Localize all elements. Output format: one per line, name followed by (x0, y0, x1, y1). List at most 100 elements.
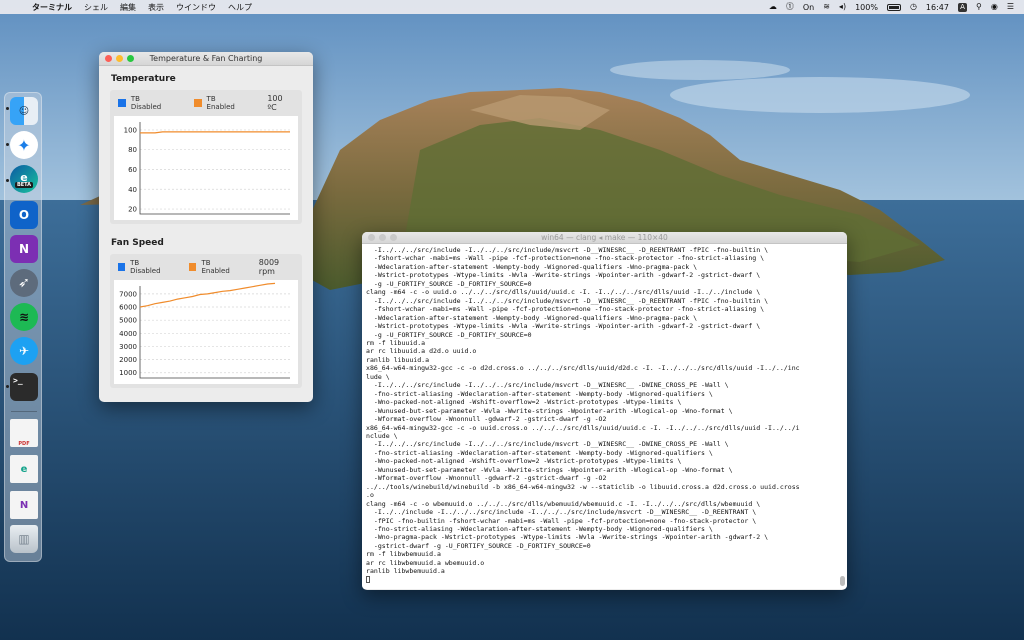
zoom-button[interactable] (390, 234, 397, 241)
battery-icon[interactable] (886, 3, 901, 11)
menu-app-name[interactable]: ターミナル (32, 2, 72, 13)
y-tick-label: 40 (128, 186, 137, 194)
chart-window: Temperature & Fan Charting Temperature T… (99, 52, 313, 402)
series-line-tb-enabled (140, 131, 290, 134)
twitter-icon[interactable]: ✈ (10, 337, 38, 365)
legend-swatch (189, 263, 197, 271)
trash-icon[interactable]: ▥ (10, 525, 38, 553)
terminal-content[interactable]: -I../../../src/include -I../../../src/in… (362, 244, 847, 589)
scrollbar-thumb[interactable] (840, 576, 845, 586)
temperature-current-value: 100 ºC (267, 94, 283, 112)
y-tick-label: 1000 (119, 369, 137, 377)
y-tick-label: 100 (124, 126, 137, 134)
fan-speed-plot: 1000 2000 3000 4000 5000 6000 7000 (114, 280, 298, 384)
notification-center-icon[interactable]: ☰ (1007, 2, 1014, 12)
pdf-document-icon[interactable]: PDF (10, 419, 38, 447)
menu-window[interactable]: ウインドウ (176, 2, 216, 13)
close-button[interactable] (368, 234, 375, 241)
spotify-icon[interactable]: ≋ (10, 303, 38, 331)
input-source-icon[interactable]: A (957, 2, 967, 12)
legend-label: TB Disabled (130, 95, 162, 111)
legend-tb-disabled: TB Disabled (118, 259, 167, 275)
terminal-line: -fshort-wchar -mabi=ms -Wall -pipe -fcf-… (366, 254, 765, 263)
terminal-line: clang -m64 -c -o wbemuuid.o ../../../src… (366, 499, 761, 508)
fan-speed-panel: TB Disabled TB Enabled 8009 rpm 1000 2000… (110, 254, 302, 388)
menu-clock[interactable]: 16:47 (926, 3, 949, 12)
terminal-line: x86_64-w64-mingw32-gcc -c -o uuid.cross.… (366, 423, 800, 432)
terminal-title: win64 — clang ◂ make — 110×40 (541, 233, 668, 242)
siri-icon[interactable]: ◉ (991, 2, 998, 12)
beta-badge: BETA (14, 181, 34, 188)
zoom-button[interactable] (127, 55, 134, 62)
temperature-plot: 20 40 60 80 100 (114, 116, 298, 220)
wifi-icon[interactable]: ≋ (823, 2, 830, 12)
fan-speed-legend: TB Disabled TB Enabled 8009 rpm (114, 258, 298, 276)
fan-control-status[interactable]: On (803, 3, 814, 12)
y-tick-label: 6000 (119, 304, 137, 312)
terminal-scrollbar[interactable] (840, 248, 845, 586)
terminal-glyph: >_ (13, 376, 23, 385)
terminal-line: ar rc libwbemuuid.a wbemuuid.o (366, 558, 485, 567)
terminal-line: clang -m64 -c -o uuid.o ../../../src/dll… (366, 288, 761, 297)
finder-icon[interactable]: ☺ (10, 97, 38, 125)
terminal-line: ../../tools/winebuild/winebuild -b x86_6… (366, 482, 800, 491)
menu-view[interactable]: 表示 (148, 2, 164, 13)
temperature-panel: TB Disabled TB Enabled 100 ºC 20 40 60 80 10… (110, 90, 302, 224)
cloud-icon[interactable]: ☁ (769, 2, 777, 12)
terminal-line: ranlib libwbemuuid.a (366, 567, 445, 576)
y-tick-label: 7000 (119, 290, 137, 298)
terminal-line: .o (366, 491, 374, 500)
terminal-line: rm -f libwbemuuid.a (366, 550, 441, 559)
battery-percent[interactable]: 100% (855, 3, 878, 12)
chart-window-titlebar[interactable]: Temperature & Fan Charting (99, 52, 313, 66)
spotlight-search-icon[interactable]: ⚲ (976, 2, 982, 12)
terminal-line: ar rc libuuid.a d2d.o uuid.o (366, 347, 477, 356)
rocket-icon[interactable]: ➶ (10, 269, 38, 297)
fan-control-icon[interactable]: ⓵ (786, 2, 794, 12)
safari-icon[interactable]: ✦ (10, 131, 38, 159)
legend-tb-disabled: TB Disabled (118, 95, 172, 111)
terminal-line: -Wno-packed-not-aligned -Wshift-overflow… (366, 457, 682, 466)
minimize-button[interactable] (379, 234, 386, 241)
fan-speed-current-value: 8009 rpm (258, 258, 280, 276)
terminal-line: -I../../include -I../../../src/include -… (366, 508, 757, 517)
terminal-line: -Wno-packed-not-aligned -Wshift-overflow… (366, 398, 682, 407)
edge-beta-icon[interactable]: e BETA (10, 165, 38, 193)
onenote-document-icon[interactable]: N (10, 491, 38, 519)
menu-edit[interactable]: 編集 (120, 2, 136, 13)
terminal-line: -gstrict-dwarf -g -U_FORTIFY_SOURCE -D_F… (366, 541, 591, 550)
legend-tb-enabled: TB Enabled (189, 259, 236, 275)
terminal-icon[interactable]: >_ (10, 373, 38, 401)
onenote-glyph: N (18, 242, 30, 256)
running-indicator (6, 143, 9, 146)
legend-swatch (193, 99, 202, 107)
outlook-icon[interactable]: O (10, 201, 38, 229)
menu-shell[interactable]: シェル (84, 2, 108, 13)
legend-label: TB Disabled (130, 259, 161, 275)
running-indicator (6, 179, 9, 182)
terminal-line: -I../../../src/include -I../../../src/in… (366, 246, 769, 254)
y-tick-label: 80 (128, 146, 137, 154)
close-button[interactable] (105, 55, 112, 62)
onenote-icon[interactable]: N (10, 235, 38, 263)
legend-tb-enabled: TB Enabled (193, 95, 246, 111)
terminal-line: -g -U_FORTIFY_SOURCE -D_FORTIFY_SOURCE=0 (366, 279, 532, 288)
legend-swatch (118, 99, 126, 107)
dock-separator (11, 411, 37, 412)
terminal-line: -Wformat-overflow -Wnonnull -gdwarf-2 -g… (366, 474, 607, 483)
terminal-line: nclude \ (366, 431, 398, 440)
y-tick-label: 3000 (119, 343, 137, 351)
minimize-button[interactable] (116, 55, 123, 62)
terminal-line: x86_64-w64-mingw32-gcc -c -o d2d.cross.o… (366, 364, 800, 373)
temperature-chart: 20 40 60 80 100 (124, 122, 290, 215)
clock-icon[interactable]: ◷ (910, 2, 917, 12)
y-tick-label: 60 (128, 166, 137, 174)
terminal-titlebar[interactable]: win64 — clang ◂ make — 110×40 (362, 232, 847, 244)
terminal-line: -I../../../src/include -I../../../src/in… (366, 440, 729, 449)
volume-icon[interactable]: ◂) (839, 2, 846, 12)
chart-axes (139, 122, 290, 215)
menu-help[interactable]: ヘルプ (228, 2, 252, 13)
edge-document-icon[interactable]: e (10, 455, 38, 483)
terminal-line: lude \ (366, 372, 390, 381)
y-tick-label: 20 (128, 206, 137, 214)
